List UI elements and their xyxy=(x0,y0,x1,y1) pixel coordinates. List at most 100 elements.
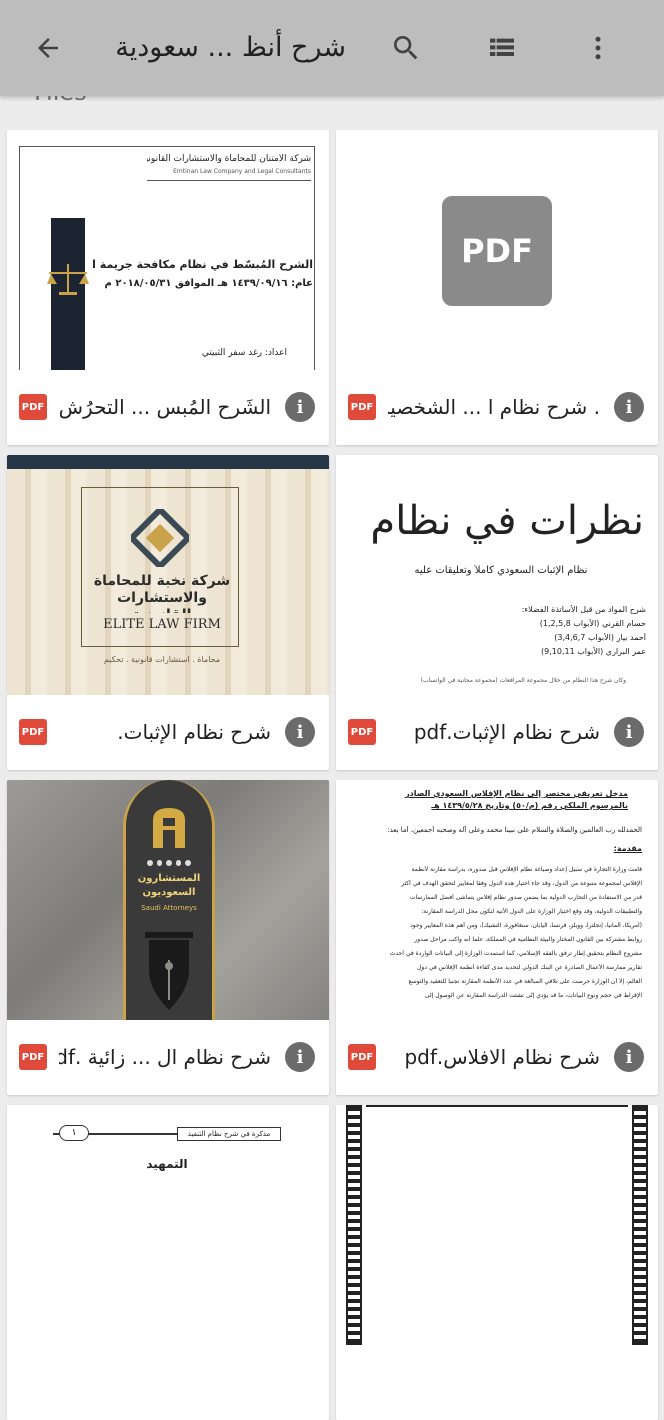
info-button[interactable]: i xyxy=(614,392,644,422)
thumb-line: حسام القرني (الأبواب 1,2,5,8) xyxy=(539,619,646,628)
pdf-placeholder-icon: PDF xyxy=(442,196,552,306)
pdf-file-icon: PDF xyxy=(19,1044,47,1070)
file-card[interactable]: مدخل تعريفي مختصر إلى نظام الإفلاس السعو… xyxy=(336,780,658,1095)
pdf-placeholder-label: PDF xyxy=(461,232,533,270)
ornament-top-rule xyxy=(366,1105,628,1107)
thumb-subtitle: نظام الإثبات السعودي كاملاً وتعليقات علي… xyxy=(414,565,588,576)
brand-english: Saudi Attorneys xyxy=(141,904,197,912)
scales-icon xyxy=(45,258,91,298)
file-card-footer: PDF الشَرح المُبس ... التحرُش.pdf i xyxy=(7,370,329,445)
divider xyxy=(147,180,311,181)
info-icon: i xyxy=(296,1046,304,1068)
thumb-line: وكان شرح هذا النظام من خلال مجموعة المرا… xyxy=(420,677,626,684)
file-name: شرح نظام الإثبات.pdf xyxy=(413,720,600,744)
file-card-footer: PDF شرح نظام الافلاس.pdf i xyxy=(336,1020,658,1095)
file-thumbnail: نظرات في نظام الإثبات نظام الإثبات السعو… xyxy=(336,455,658,695)
thumb-body-line: روابط مشتركة بين القانون المختار والبيئة… xyxy=(414,936,642,943)
thumb-author: اعداد: رغد سفر الثبيتي xyxy=(201,348,287,358)
pdf-file-icon: PDF xyxy=(348,719,376,745)
list-view-icon xyxy=(490,38,514,56)
info-button[interactable]: i xyxy=(285,392,315,422)
thumb-line: أحمد بيار (الأبواب 3,4,6,7) xyxy=(554,633,646,642)
thumb-section: مقدمة: xyxy=(613,844,642,853)
dots-row xyxy=(147,860,191,866)
thumb-body-line: قامت وزارة التجارة في سبيل إعداد وصياغة … xyxy=(411,866,642,873)
file-thumbnail: شركة نخبة للمحاماة والاستشارات القانونية… xyxy=(7,455,329,695)
thumb-heading: مدخل تعريفي مختصر إلى نظام الإفلاس السعو… xyxy=(405,789,628,810)
search-button[interactable] xyxy=(382,24,430,72)
info-button[interactable]: i xyxy=(614,1042,644,1072)
thumb-company: شركة الامتنان للمحاماة والاستشارات القان… xyxy=(147,154,311,164)
info-button[interactable]: i xyxy=(614,717,644,747)
file-name: الشَرح المُبس ... التحرُش.pdf xyxy=(59,395,271,419)
file-card-footer: PDF شرح نظام ال ... زائية .pdf i xyxy=(7,1020,329,1095)
thumb-body-line: قدر من الاستفادة من التجارب الدولية بما … xyxy=(409,894,642,901)
thumb-line: شرح المواد من قبل الأساتذة الفضلاء: xyxy=(521,605,646,614)
thumb-body-line: الإفلاس لمجموعة متنوعة من الدول، وقد جاء… xyxy=(401,880,642,887)
thumb-line: عمر البراري (الأبواب 9,10,11) xyxy=(541,647,646,656)
file-card[interactable]: شركة نخبة للمحاماة والاستشارات القانونية… xyxy=(7,455,329,770)
thumb-body-line: (أمريكا، ألمانيا، إنجلترا، وويلز، فرنسا،… xyxy=(410,922,642,929)
list-view-button[interactable] xyxy=(478,24,526,72)
file-name: شرح نظام الافلاس.pdf xyxy=(404,1045,600,1069)
file-thumbnail: ١ مذكرة في شرح نظام التنفيذ التمهيد xyxy=(7,1105,329,1345)
back-button[interactable] xyxy=(24,24,72,72)
info-icon: i xyxy=(296,721,304,743)
info-button[interactable]: i xyxy=(285,717,315,747)
pdf-file-icon: PDF xyxy=(19,394,47,420)
thumb-body-line: الإفراط في حجم ونوع البيانات، ما قد يؤدي… xyxy=(424,992,642,999)
brand-arabic: المستشارون السعوديون xyxy=(137,873,201,898)
thumb-title: نظرات في نظام الإثبات xyxy=(354,498,644,544)
thumb-body-line: والتطبيقات الدولية، وقد وقع اختيار الوزا… xyxy=(421,908,642,915)
file-card[interactable] xyxy=(336,1105,658,1420)
more-vert-icon xyxy=(595,36,601,60)
info-icon: i xyxy=(625,396,633,418)
thumb-title: الشرح المُبسّط في نظام مكافحة جريمة التح… xyxy=(93,258,313,271)
info-icon: i xyxy=(296,396,304,418)
thumb-body-line: العالم، إلا أن الوزارة حرصت على تلافي ال… xyxy=(408,978,642,985)
thumb-company-en: Emtinan Law Company and Legal Consultant… xyxy=(173,168,311,175)
pdf-file-icon: PDF xyxy=(348,394,376,420)
thumb-date: عام: ١٤٣٩/٠٩/١٦ هـ الموافق ٢٠١٨/٠٥/٣١ م xyxy=(104,278,313,289)
thumb-heading: التمهيد xyxy=(146,1157,188,1171)
file-card[interactable]: شركة الامتنان للمحاماة والاستشارات القان… xyxy=(7,130,329,445)
arrow-back-icon xyxy=(38,38,58,58)
thumb-label: مذكرة في شرح نظام التنفيذ xyxy=(177,1127,281,1141)
folder-title: شرح أنظ ... سعودية xyxy=(115,32,346,63)
file-card[interactable]: ١ مذكرة في شرح نظام التنفيذ التمهيد xyxy=(7,1105,329,1420)
file-name: شرح نظام ال ... زائية .pdf xyxy=(59,1045,271,1069)
file-card-footer: PDF شرح نظام الإثبات. i xyxy=(7,695,329,770)
file-card-footer: PDF شرح نظام الإثبات.pdf i xyxy=(336,695,658,770)
file-card[interactable]: PDF PDF . شرح نظام ا ... الشخصية i xyxy=(336,130,658,445)
file-card-footer: PDF . شرح نظام ا ... الشخصية i xyxy=(336,370,658,445)
more-options-button[interactable] xyxy=(574,24,622,72)
info-icon: i xyxy=(625,1046,633,1068)
file-name: شرح نظام الإثبات. xyxy=(117,720,271,744)
ornament-border-left xyxy=(346,1105,362,1345)
logo-tagline: محاماة . استشارات قانونية . تحكيم xyxy=(103,655,221,664)
brand-logo-icon xyxy=(145,804,193,852)
file-thumbnail: المستشارون السعوديون Saudi Attorneys xyxy=(7,780,329,1020)
file-thumbnail xyxy=(336,1105,658,1345)
pen-nib-icon xyxy=(137,930,201,1014)
pdf-file-icon: PDF xyxy=(348,1044,376,1070)
page-number: ١ xyxy=(71,1128,77,1138)
file-thumbnail: مدخل تعريفي مختصر إلى نظام الإفلاس السعو… xyxy=(336,780,658,1020)
logo-english: ELITE LAW FIRM xyxy=(103,617,221,632)
page-number-badge: ١ xyxy=(59,1125,89,1141)
file-thumbnail: شركة الامتنان للمحاماة والاستشارات القان… xyxy=(7,130,329,370)
file-card[interactable]: المستشارون السعوديون Saudi Attorneys PDF… xyxy=(7,780,329,1095)
app-bar: شرح أنظ ... سعودية xyxy=(0,0,664,96)
thumb-body-line: مشروع النظام بتحقيق إطار ترفق بالفقه الإ… xyxy=(389,950,642,957)
elite-logo-icon xyxy=(127,505,193,571)
info-icon: i xyxy=(625,721,633,743)
logo-arabic: شركة نخبة للمحاماة والاستشارات القانونية xyxy=(93,573,231,613)
thumb-greeting: الحمدلله رب العالمين والصلاة والسلام على… xyxy=(387,826,642,834)
top-band xyxy=(7,455,329,469)
thumb-body-line: تقارير ممارسة الأعمال الصادرة عن البنك ا… xyxy=(417,964,642,971)
file-card[interactable]: نظرات في نظام الإثبات نظام الإثبات السعو… xyxy=(336,455,658,770)
info-button[interactable]: i xyxy=(285,1042,315,1072)
search-icon xyxy=(394,36,418,60)
file-name: . شرح نظام ا ... الشخصية xyxy=(388,395,600,419)
file-thumbnail: PDF xyxy=(336,130,658,370)
